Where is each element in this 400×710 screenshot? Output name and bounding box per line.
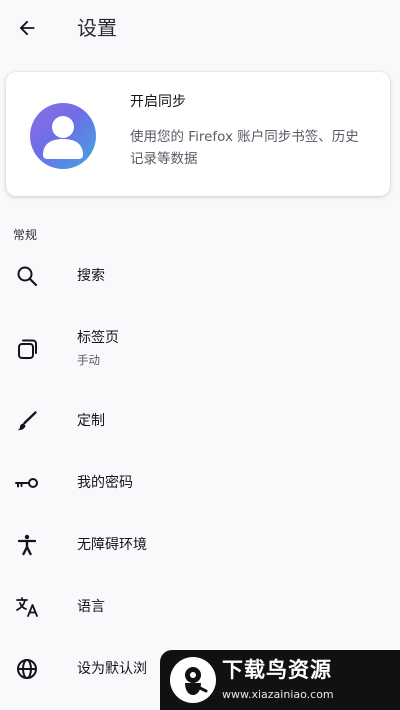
section-label-general: 常规: [13, 228, 38, 242]
settings-item-sublabel: 手动: [77, 353, 100, 367]
settings-item-tabs[interactable]: 标签页 手动: [0, 320, 400, 376]
settings-item-label: 无障碍环境: [77, 537, 147, 553]
key-icon: [13, 469, 41, 497]
brush-icon: [13, 407, 41, 435]
sync-account-card[interactable]: 开启同步 使用您的 Firefox 账户同步书签、历史记录等数据: [6, 72, 390, 196]
accessibility-icon: [13, 531, 41, 559]
top-app-bar: 设置: [0, 0, 400, 58]
back-button[interactable]: [10, 11, 44, 45]
tabs-icon: [13, 335, 41, 363]
page-title: 设置: [77, 16, 117, 40]
settings-item-accessibility[interactable]: 无障碍环境: [0, 517, 400, 573]
bird-logo-icon: [185, 667, 208, 695]
watermark-logo: [170, 657, 216, 703]
avatar: [30, 103, 96, 169]
watermark-title: 下载鸟资源: [222, 658, 332, 682]
globe-icon: [13, 655, 41, 683]
watermark-url: www.xiazainiao.com: [222, 688, 334, 701]
arrow-left-icon: [19, 20, 35, 36]
settings-item-label: 我的密码: [77, 475, 133, 491]
sync-description: 使用您的 Firefox 账户同步书签、历史记录等数据: [130, 129, 359, 167]
settings-item-label: 搜索: [77, 268, 105, 284]
settings-item-label: 定制: [77, 413, 105, 429]
settings-item-customize[interactable]: 定制: [0, 393, 400, 449]
settings-item-label: 标签页: [77, 330, 119, 346]
account-icon: [43, 116, 83, 159]
settings-item-label: 设为默认浏: [77, 661, 147, 677]
settings-item-passwords[interactable]: 我的密码: [0, 455, 400, 511]
search-icon: [13, 262, 41, 290]
settings-item-language[interactable]: 语言: [0, 579, 400, 635]
settings-item-search[interactable]: 搜索: [0, 248, 400, 304]
sync-title: 开启同步: [130, 94, 186, 110]
translate-icon: [13, 593, 41, 621]
settings-item-label: 语言: [77, 599, 105, 615]
watermark-badge: 下载鸟资源 www.xiazainiao.com: [160, 650, 400, 710]
